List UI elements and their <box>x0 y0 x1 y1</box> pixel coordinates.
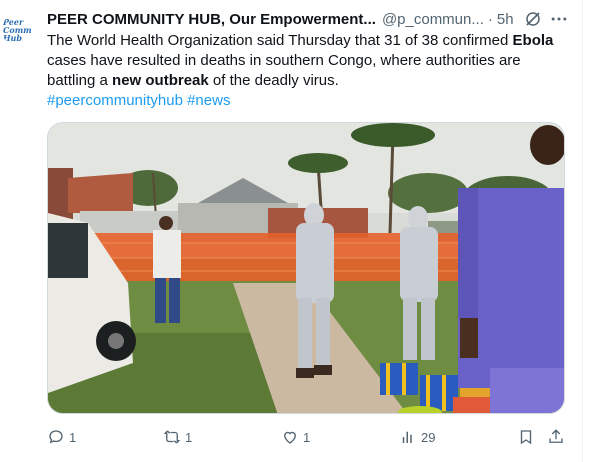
heart-icon <box>284 431 296 444</box>
hashtags: #peercommunityhub #news <box>47 91 230 111</box>
repost-count: 1 <box>185 429 193 445</box>
reply-count: 1 <box>69 429 77 445</box>
tweet-card[interactable]: Peer Comm Hub PEER COMMUNITY HUB, Our Em… <box>0 0 583 462</box>
tweet-text-bold: Ebola <box>512 32 554 49</box>
tweet-text-part: of the deadly virus. <box>208 72 339 89</box>
repost-button[interactable]: 1 <box>163 426 192 448</box>
hashtag-link[interactable]: #news <box>187 92 230 109</box>
reply-icon <box>49 430 63 444</box>
more-options-icon[interactable] <box>549 9 569 29</box>
like-count: 1 <box>303 429 311 445</box>
bookmark-button[interactable] <box>517 426 535 448</box>
like-button[interactable]: 1 <box>281 426 310 448</box>
reply-button[interactable]: 1 <box>47 426 76 448</box>
tweet-actions: 1 1 1 29 <box>47 426 567 448</box>
tweet-text: The World Health Organization said Thurs… <box>47 31 572 91</box>
author-name[interactable]: PEER COMMUNITY HUB, Our Empowerment... <box>47 11 376 28</box>
avatar[interactable]: Peer Comm Hub <box>2 12 38 48</box>
bookmark-icon <box>520 430 532 445</box>
views-count: 29 <box>421 429 436 445</box>
tweet-timestamp[interactable]: 5h <box>497 11 514 28</box>
photo-illustration <box>48 123 564 413</box>
author-handle[interactable]: @p_commun... <box>382 11 484 28</box>
repost-icon <box>163 430 181 444</box>
views-button[interactable]: 29 <box>399 426 435 448</box>
share-button[interactable] <box>547 426 565 448</box>
tweet-text-bold: new outbreak <box>112 72 209 89</box>
share-icon <box>549 429 563 443</box>
tweet-header: PEER COMMUNITY HUB, Our Empowerment... @… <box>47 8 577 30</box>
hashtag-link[interactable]: #peercommunityhub <box>47 92 183 109</box>
separator-dot: · <box>487 10 493 28</box>
avatar-logo: Peer Comm Hub <box>3 17 32 43</box>
tweet-text-part: The World Health Organization said Thurs… <box>47 32 513 49</box>
grok-icon[interactable] <box>524 10 542 28</box>
analytics-icon <box>402 431 412 443</box>
tweet-photo[interactable] <box>47 122 565 414</box>
